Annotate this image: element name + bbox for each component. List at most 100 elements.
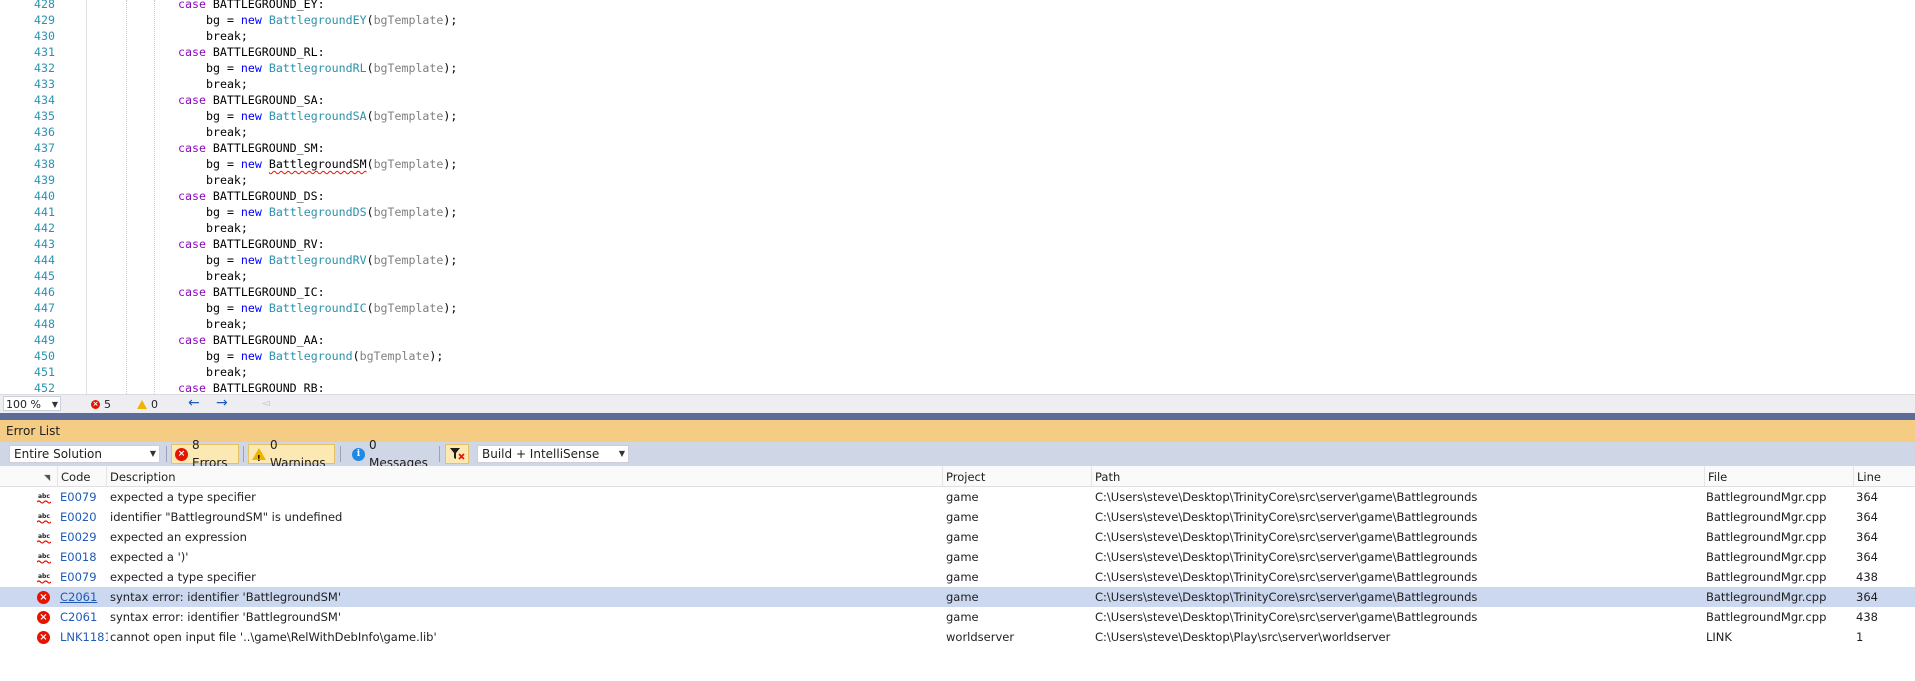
messages-filter-button[interactable]: i 0 Messages (348, 438, 435, 470)
header-description[interactable]: Description (106, 466, 943, 486)
cell-code[interactable]: E0029 (60, 527, 108, 547)
build-error-icon: × (37, 611, 50, 624)
cell-description: syntax error: identifier 'BattlegroundSM… (110, 610, 341, 624)
assignment-target: bg = (206, 205, 241, 219)
keyword-new: new (240, 13, 262, 27)
header-code[interactable]: Code (57, 466, 108, 486)
code-line[interactable]: 438 bg = new BattlegroundSM(bgTemplate); (0, 156, 1900, 172)
code-line[interactable]: 449 case BATTLEGROUND_AA: (0, 332, 1900, 348)
cell-project: game (946, 550, 979, 564)
header-line[interactable]: Line (1853, 466, 1915, 486)
code-text: break; (206, 172, 248, 188)
code-line[interactable]: 447 bg = new BattlegroundIC(bgTemplate); (0, 300, 1900, 316)
header-severity[interactable]: ◥ (36, 466, 58, 486)
code-line[interactable]: 448 break; (0, 316, 1900, 332)
code-line[interactable]: 450 bg = new Battleground(bgTemplate); (0, 348, 1900, 364)
paren-open: ( (366, 13, 374, 27)
statement: break; (206, 77, 248, 91)
warning-count-indicator[interactable]: 0 (137, 397, 158, 412)
error-row[interactable]: abc E0079 expected a type specifier game C:\… (0, 567, 1915, 587)
code-line[interactable]: 446 case BATTLEGROUND_IC: (0, 284, 1900, 300)
paren-close: ); (443, 301, 458, 315)
paren-close: ); (429, 349, 444, 363)
line-number: 442 (34, 221, 55, 235)
error-row[interactable]: abc E0020 identifier "BattlegroundSM" is u… (0, 507, 1915, 527)
filter-toggle-button[interactable] (445, 444, 469, 464)
scope-dropdown[interactable]: Entire Solution ▼ (9, 445, 160, 463)
cell-project: game (946, 570, 979, 584)
line-number: 445 (34, 269, 55, 283)
error-row[interactable]: abc E0018 expected a ')' game C:\Users\steve… (0, 547, 1915, 567)
code-line[interactable]: 435 bg = new BattlegroundSA(bgTemplate); (0, 108, 1900, 124)
code-line[interactable]: 434 case BATTLEGROUND_SA: (0, 92, 1900, 108)
source-filter-dropdown[interactable]: Build + IntelliSense ▼ (477, 445, 629, 463)
cell-code[interactable]: E0018 (60, 547, 108, 567)
spell-check-icon: abc (36, 533, 52, 544)
code-line[interactable]: 441 bg = new BattlegroundDS(bgTemplate); (0, 204, 1900, 220)
error-row[interactable]: abc E0029 expected an expression game C:\Use… (0, 527, 1915, 547)
navigate-back-icon[interactable]: ← (188, 395, 200, 412)
errors-filter-button[interactable]: × 8 Errors (171, 438, 239, 470)
code-line[interactable]: 443 case BATTLEGROUND_RV: (0, 236, 1900, 252)
code-editor[interactable]: 428 case BATTLEGROUND_EY: 429 bg = new Batt… (0, 0, 1915, 394)
line-number: 431 (34, 45, 55, 59)
cell-code[interactable]: LNK1181 (60, 627, 108, 647)
class-name: BattlegroundSA (268, 109, 367, 123)
cell-description: identifier "BattlegroundSM" is undefined (110, 510, 343, 524)
panel-splitter[interactable] (0, 413, 1915, 420)
zoom-dropdown[interactable]: 100 % ▼ (3, 396, 61, 411)
code-line[interactable]: 429 bg = new BattlegroundEY(bgTemplate); (0, 12, 1900, 28)
code-line[interactable]: 445 break; (0, 268, 1900, 284)
cell-description: syntax error: identifier 'BattlegroundSM… (110, 590, 341, 604)
navigate-forward-icon[interactable]: → (216, 395, 228, 412)
code-text: case BATTLEGROUND_SM: (178, 140, 325, 156)
code-line[interactable]: 428 case BATTLEGROUND_EY: (0, 0, 1900, 12)
cell-code[interactable]: E0079 (60, 567, 108, 587)
warnings-filter-button[interactable]: 0 Warnings (248, 438, 335, 470)
case-label: BATTLEGROUND_SM: (212, 141, 325, 155)
code-line[interactable]: 437 case BATTLEGROUND_SM: (0, 140, 1900, 156)
code-line[interactable]: 439 break; (0, 172, 1900, 188)
paren-close: ); (443, 205, 458, 219)
code-line[interactable]: 451 break; (0, 364, 1900, 380)
code-line[interactable]: 444 bg = new BattlegroundRV(bgTemplate); (0, 252, 1900, 268)
error-row[interactable]: × LNK1181 cannot open input file '..\game\… (0, 627, 1915, 647)
scroll-left-icon[interactable]: ◅ (262, 395, 270, 412)
code-line[interactable]: 436 break; (0, 124, 1900, 140)
error-row[interactable]: abc E0079 expected a type specifier game C:\… (0, 487, 1915, 507)
cell-code[interactable]: C2061 (60, 607, 108, 627)
code-line[interactable]: 452 case BATTLEGROUND_RB: (0, 380, 1900, 394)
code-line[interactable]: 432 bg = new BattlegroundRL(bgTemplate); (0, 60, 1900, 76)
code-line[interactable]: 442 break; (0, 220, 1900, 236)
cell-path: C:\Users\steve\Desktop\TrinityCore\src\s… (1095, 610, 1478, 624)
keyword-new: new (240, 61, 262, 75)
source-filter-value: Build + IntelliSense (482, 447, 600, 461)
header-file[interactable]: File (1704, 466, 1854, 486)
error-row[interactable]: × C2061 syntax error: identifier 'Battlegr… (0, 607, 1915, 627)
code-text: break; (206, 124, 248, 140)
intellisense-error-icon: abc (36, 571, 52, 584)
cell-code[interactable]: C2061 (60, 587, 108, 607)
class-name: BattlegroundRL (268, 61, 367, 75)
header-project[interactable]: Project (942, 466, 1092, 486)
cell-line: 364 (1856, 490, 1878, 504)
cell-line: 438 (1856, 570, 1878, 584)
code-text: case BATTLEGROUND_RL: (178, 44, 325, 60)
cell-file: BattlegroundMgr.cpp (1706, 530, 1827, 544)
svg-text:abc: abc (38, 513, 50, 520)
keyword-case: case (178, 0, 206, 11)
spell-check-icon: abc (36, 573, 52, 584)
line-number: 437 (34, 141, 55, 155)
keyword-case: case (178, 381, 206, 394)
error-row[interactable]: × C2061 syntax error: identifier 'Battlegr… (0, 587, 1915, 607)
header-path[interactable]: Path (1091, 466, 1705, 486)
error-count-indicator[interactable]: × 5 (91, 397, 111, 412)
code-line[interactable]: 433 break; (0, 76, 1900, 92)
intellisense-error-icon: abc (36, 531, 52, 544)
cell-code[interactable]: E0079 (60, 487, 108, 507)
cell-code[interactable]: E0020 (60, 507, 108, 527)
code-line[interactable]: 430 break; (0, 28, 1900, 44)
code-line[interactable]: 431 case BATTLEGROUND_RL: (0, 44, 1900, 60)
code-line[interactable]: 440 case BATTLEGROUND_DS: (0, 188, 1900, 204)
filter-icon (450, 448, 465, 460)
